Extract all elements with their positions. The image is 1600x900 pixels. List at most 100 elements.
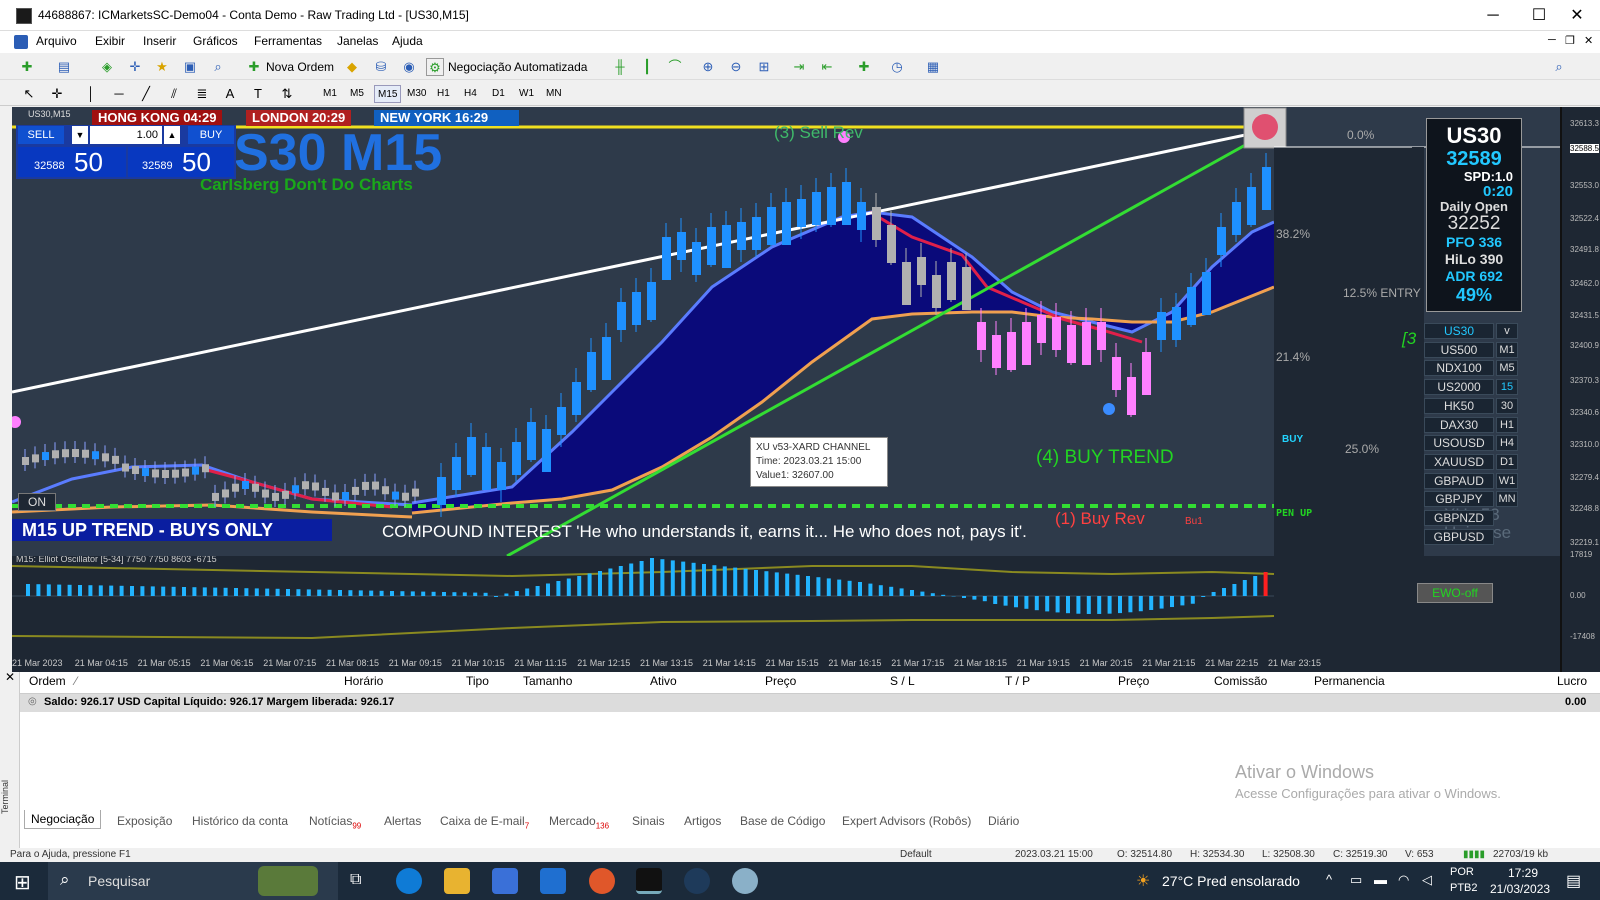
symbol-button-us30[interactable]: US30	[1424, 323, 1494, 339]
store-icon[interactable]	[492, 868, 518, 894]
menu-graficos[interactable]: Gráficos	[193, 34, 238, 48]
windows-start-icon[interactable]: ⊞	[14, 870, 31, 895]
candlestick-icon[interactable]: ┃	[638, 58, 656, 76]
text-label-icon[interactable]: T	[249, 85, 267, 103]
col-horario[interactable]: Horário	[344, 674, 383, 688]
col-lucro[interactable]: Lucro	[1557, 674, 1587, 688]
col-preco-atual[interactable]: Preço	[1118, 674, 1149, 688]
tab-sinais[interactable]: Sinais	[632, 814, 665, 828]
tab-negociacao[interactable]: Negociação	[24, 810, 102, 829]
tab-mercado[interactable]: Mercado136	[549, 814, 609, 830]
tile-windows-icon[interactable]: ⊞	[755, 58, 773, 76]
col-tamanho[interactable]: Tamanho	[523, 674, 572, 688]
symbol-button-xauusd[interactable]: XAUUSD	[1424, 453, 1494, 470]
mail-icon[interactable]	[540, 868, 566, 894]
menu-exibir[interactable]: Exibir	[95, 34, 125, 48]
menu-ajuda[interactable]: Ajuda	[392, 34, 423, 48]
vertical-line-icon[interactable]: │	[82, 85, 100, 103]
tab-email[interactable]: Caixa de E-mail7	[440, 814, 529, 830]
tray-battery-icon[interactable]: ▬	[1374, 872, 1387, 887]
channel-icon[interactable]: ⫽	[165, 85, 183, 103]
col-comissao[interactable]: Comissão	[1214, 674, 1267, 688]
menu-inserir[interactable]: Inserir	[143, 34, 176, 48]
timeframe-m1[interactable]: M1	[320, 85, 340, 103]
search-icon[interactable]: ⌕	[1550, 58, 1568, 76]
tray-wifi-icon[interactable]: ◠	[1398, 872, 1409, 888]
tab-diario[interactable]: Diário	[988, 814, 1019, 828]
taskbar-search-box[interactable]: ⌕ Pesquisar	[48, 862, 338, 900]
timeframe-side-w1[interactable]: W1	[1496, 472, 1518, 489]
text-icon[interactable]: A	[221, 85, 239, 103]
tab-alertas[interactable]: Alertas	[384, 814, 421, 828]
elliot-oscillator-panel[interactable]: M15: Elliot Oscillator [5-34] 7750 7750 …	[12, 556, 1560, 656]
horizontal-line-icon[interactable]: ─	[110, 85, 128, 103]
buy-price-button[interactable]: 32589 50	[128, 147, 234, 177]
zoom-in-icon[interactable]: ⊕	[699, 58, 717, 76]
timeframe-mn[interactable]: MN	[543, 85, 565, 103]
timeframe-w1[interactable]: W1	[516, 85, 537, 103]
timeframe-side-d1[interactable]: D1	[1496, 453, 1518, 470]
timeframe-side-mn[interactable]: MN	[1496, 491, 1518, 508]
weather-icon[interactable]: ☀	[1136, 871, 1150, 891]
new-order-icon[interactable]: ✚	[245, 58, 263, 76]
symbol-button-us500[interactable]: US500	[1424, 341, 1494, 358]
tab-exposicao[interactable]: Exposição	[117, 814, 172, 828]
new-order-button[interactable]: Nova Ordem	[266, 57, 334, 77]
auto-trading-button[interactable]: Negociação Automatizada	[448, 57, 587, 77]
task-view-icon[interactable]: ⧉	[350, 871, 361, 889]
market-watch-icon[interactable]: ◈	[98, 58, 116, 76]
symbol-button-dax30[interactable]: DAX30	[1424, 416, 1494, 433]
menu-janelas[interactable]: Janelas	[337, 34, 378, 48]
lot-increase-button[interactable]: ▲	[164, 126, 180, 144]
tab-expert-advisors[interactable]: Expert Advisors (Robôs)	[842, 814, 971, 828]
crosshair-icon[interactable]: ✛	[48, 85, 66, 103]
line-chart-icon[interactable]: ⌒	[666, 58, 684, 76]
zoom-out-icon[interactable]: ⊖	[727, 58, 745, 76]
terminal-close-icon[interactable]: ✕	[5, 670, 15, 684]
navigator-icon[interactable]: ★	[153, 58, 171, 76]
symbol-button-gbpjpy[interactable]: GBPJPY	[1424, 491, 1494, 508]
steam-icon[interactable]	[684, 868, 710, 894]
sell-button[interactable]: SELL	[18, 126, 64, 144]
metatrader-icon[interactable]	[636, 868, 662, 894]
trendline-icon[interactable]: ╱	[137, 85, 155, 103]
tab-artigos[interactable]: Artigos	[684, 814, 721, 828]
menu-ferramentas[interactable]: Ferramentas	[254, 34, 322, 48]
child-restore-button[interactable]: ❐	[1565, 34, 1575, 47]
templates-icon[interactable]: ▦	[924, 58, 942, 76]
symbol-button-gbpaud[interactable]: GBPAUD	[1424, 472, 1494, 489]
timeframe-side-m1[interactable]: M1	[1496, 341, 1518, 358]
notification-center-icon[interactable]: ▤	[1566, 871, 1581, 891]
lot-size-input[interactable]: 1.00	[90, 126, 162, 144]
file-explorer-icon[interactable]	[444, 868, 470, 894]
timeframe-d1[interactable]: D1	[489, 85, 508, 103]
cursor-icon[interactable]: ↖	[20, 85, 38, 103]
timeframe-h4[interactable]: H4	[461, 85, 480, 103]
autoscroll-icon[interactable]: ⇥	[790, 58, 808, 76]
ewo-off-button[interactable]: EWO-off	[1417, 583, 1493, 603]
timeframe-side-h1[interactable]: H1	[1496, 416, 1518, 433]
chart-shift-icon[interactable]: ⇤	[818, 58, 836, 76]
language-2[interactable]: PTB2	[1450, 882, 1478, 894]
signals-icon[interactable]: ◉	[400, 58, 418, 76]
arrows-icon[interactable]: ⇅	[278, 85, 296, 103]
market-icon[interactable]: ⛁	[372, 58, 390, 76]
sell-price-button[interactable]: 32588 50	[18, 147, 126, 177]
firefox-icon[interactable]	[589, 868, 615, 894]
tray-chevron-icon[interactable]: ^	[1326, 872, 1332, 887]
timeframe-m5[interactable]: M5	[347, 85, 367, 103]
col-ordem[interactable]: Ordem	[29, 674, 66, 688]
timeframe-m30[interactable]: M30	[404, 85, 429, 103]
col-sl[interactable]: S / L	[890, 674, 915, 688]
close-button[interactable]: ✕	[1554, 0, 1600, 31]
periodicity-icon[interactable]: ◷	[888, 58, 906, 76]
symbol-button-gbpnzd[interactable]: GBPNZD	[1424, 510, 1494, 526]
col-preco[interactable]: Preço	[765, 674, 796, 688]
col-ativo[interactable]: Ativo	[650, 674, 677, 688]
col-tp[interactable]: T / P	[1005, 674, 1030, 688]
timeframe-side-v[interactable]: v	[1496, 323, 1518, 339]
timeframe-side-30[interactable]: 30	[1496, 397, 1518, 414]
metaeditor-icon[interactable]: ◆	[343, 58, 361, 76]
clock-date[interactable]: 21/03/2023	[1490, 882, 1550, 896]
new-chart-icon[interactable]: ✚	[18, 58, 36, 76]
